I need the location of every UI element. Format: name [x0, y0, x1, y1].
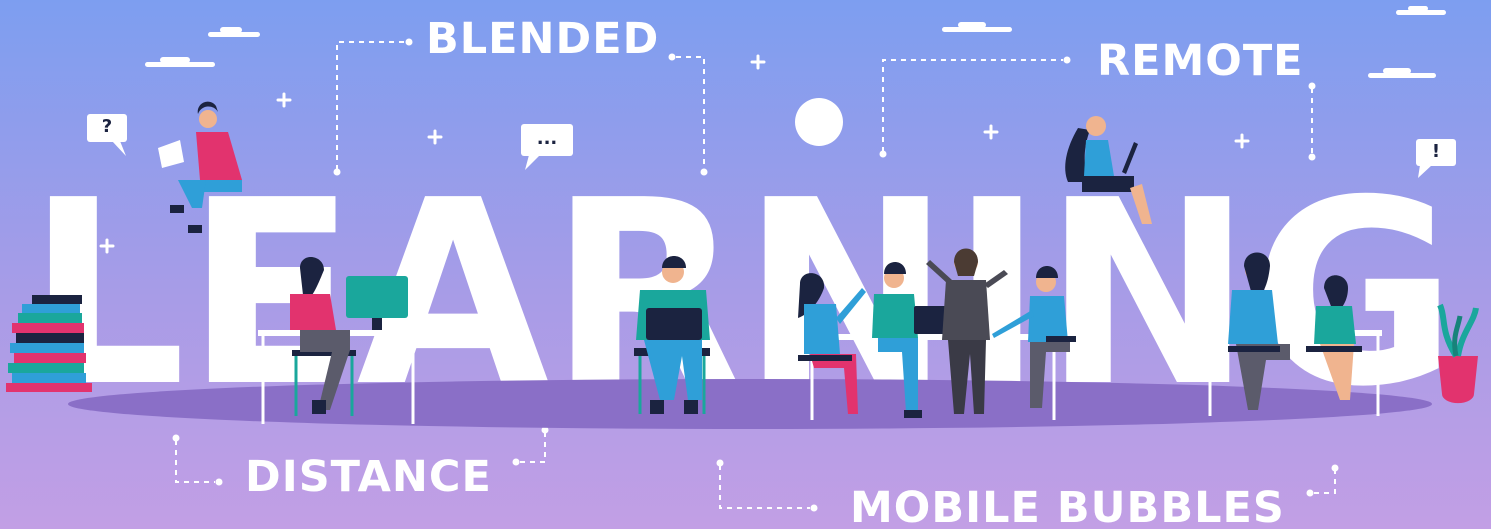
question-mark-text: ? — [101, 116, 113, 137]
label-distance: DISTANCE — [245, 452, 492, 502]
label-blended: BLENDED — [426, 14, 660, 64]
label-mobile-bubbles: MOBILE BUBBLES — [850, 483, 1285, 529]
floor-shadow — [68, 379, 1432, 429]
ellipsis-text: ... — [536, 128, 558, 149]
exclamation-text: ! — [1431, 141, 1441, 162]
book-stack — [6, 295, 92, 392]
sun-circle — [795, 98, 843, 146]
label-remote: REMOTE — [1097, 36, 1304, 86]
learning-banner-illustration: LEARNING BLENDED REMOTE DISTANCE MOBILE … — [0, 0, 1491, 529]
